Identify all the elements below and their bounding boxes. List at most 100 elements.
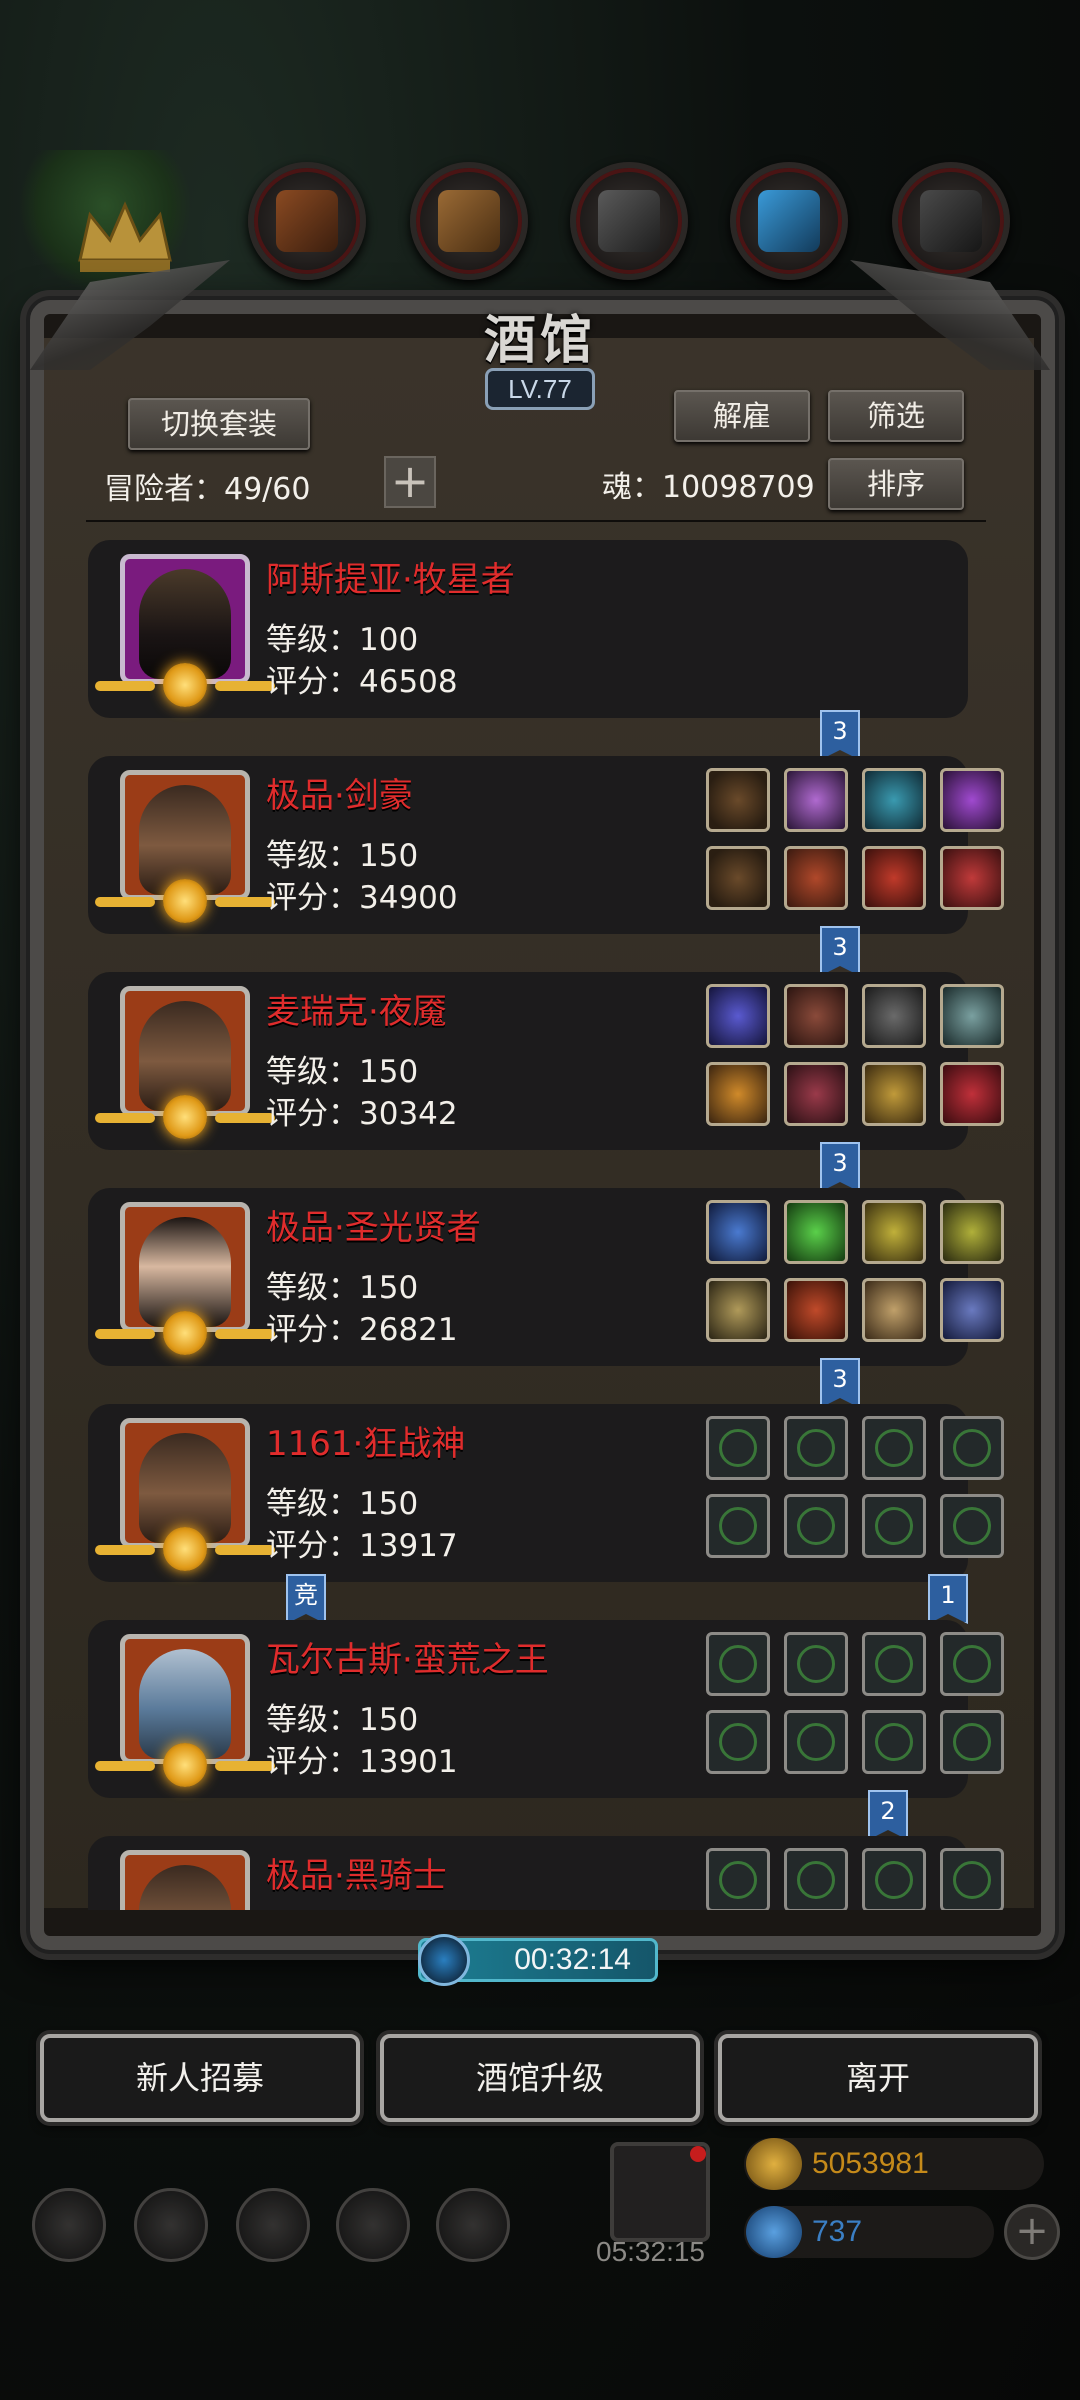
adventurer-card[interactable]: 1161·狂战神 等级：150 评分：13917 — [88, 1404, 1004, 1582]
equipment-amulet-icon[interactable] — [784, 1200, 848, 1264]
adventurer-portrait[interactable] — [120, 1850, 250, 1910]
adventurer-card[interactable]: 阿斯提亚·牧星者 等级：100 评分：46508 — [88, 540, 968, 718]
slot-placeholder-icon — [797, 1429, 835, 1467]
adventurer-name: 阿斯提亚·牧星者 — [266, 560, 515, 600]
equipment-armor-icon[interactable] — [784, 1062, 848, 1126]
adventurer-portrait[interactable] — [95, 1418, 275, 1571]
shop-icon[interactable] — [436, 2188, 510, 2262]
empty-ring-slot[interactable] — [940, 1494, 1004, 1558]
medal-wing-left — [95, 897, 155, 907]
header-divider — [86, 520, 986, 522]
slot-placeholder-icon — [875, 1507, 913, 1545]
equipment-helmet-icon[interactable] — [862, 1062, 926, 1126]
settings-icon[interactable] — [32, 2188, 106, 2262]
equipment-cape-icon[interactable] — [940, 1062, 1004, 1126]
equipment-potion-icon[interactable] — [862, 984, 926, 1048]
panel-title: 酒馆 — [483, 310, 596, 371]
upgrade-tavern-button[interactable]: 酒馆升级 — [380, 2034, 700, 2122]
equipment-hammer-icon[interactable] — [706, 1278, 770, 1342]
equipment-armor-icon[interactable] — [784, 846, 848, 910]
empty-amulet-slot[interactable] — [784, 1848, 848, 1910]
tab-resource-crystal-icon[interactable] — [730, 162, 848, 280]
empty-weapon-slot[interactable] — [940, 1632, 1004, 1696]
dismiss-button[interactable]: 解雇 — [674, 390, 810, 442]
recruit-button[interactable]: 新人招募 — [40, 2034, 360, 2122]
empty-sword-slot[interactable] — [706, 1494, 770, 1558]
equipment-necklace-icon[interactable] — [940, 1278, 1004, 1342]
adventurer-level: 等级：150 — [266, 1054, 419, 1090]
expand-capacity-button[interactable]: + — [384, 456, 436, 508]
slot-placeholder-icon — [953, 1429, 991, 1467]
adventurer-portrait[interactable] — [95, 554, 275, 707]
tab-resource-iron-icon[interactable] — [570, 162, 688, 280]
gold-balance: 5053981 — [744, 2138, 1044, 2190]
adventurer-portrait[interactable] — [95, 770, 275, 923]
adventurer-card[interactable]: 极品·黑骑士 — [88, 1836, 1004, 1910]
empty-ring-slot[interactable] — [940, 1710, 1004, 1774]
slot-placeholder-icon — [719, 1723, 757, 1761]
equipment-ring-icon[interactable] — [706, 984, 770, 1048]
equipment-cape-icon[interactable] — [940, 846, 1004, 910]
equipment-armor-icon[interactable] — [784, 1278, 848, 1342]
mail-icon[interactable] — [336, 2188, 410, 2262]
empty-ring-slot[interactable] — [862, 1710, 926, 1774]
rank-medal-icon — [163, 1527, 207, 1571]
leave-button[interactable]: 离开 — [718, 2034, 1038, 2122]
empty-weapon-slot[interactable] — [940, 1848, 1004, 1910]
empty-ring-slot[interactable] — [862, 1494, 926, 1558]
adventurer-list[interactable]: 阿斯提亚·牧星者 等级：100 评分：46508 3 极品·剑豪 等级：150 … — [44, 530, 1034, 1910]
add-currency-button[interactable]: + — [1004, 2204, 1060, 2260]
equipment-helmet-icon[interactable] — [862, 1278, 926, 1342]
adventurer-score: 评分：13917 — [266, 1528, 458, 1564]
tab-resource-wood-icon[interactable] — [248, 162, 366, 280]
sort-button[interactable]: 排序 — [828, 458, 964, 510]
map-icon[interactable] — [236, 2188, 310, 2262]
empty-ring-slot[interactable] — [706, 1632, 770, 1696]
adventurer-card[interactable]: 极品·剑豪 等级：150 评分：34900 — [88, 756, 1004, 934]
filter-button[interactable]: 筛选 — [828, 390, 964, 442]
arena-badge: 竞 — [286, 1574, 326, 1624]
crown-icon[interactable] — [70, 190, 180, 280]
medal-wing-left — [95, 681, 155, 691]
adventurer-portrait[interactable] — [95, 1634, 275, 1787]
empty-weapon-slot[interactable] — [940, 1416, 1004, 1480]
adventurer-name: 极品·剑豪 — [266, 776, 413, 816]
empty-ring-slot[interactable] — [706, 1848, 770, 1910]
adventurer-card[interactable]: 麦瑞克·夜魇 等级：150 评分：30342 — [88, 972, 1004, 1150]
equipment-sword-icon[interactable] — [706, 1062, 770, 1126]
equipment-ring-icon[interactable] — [706, 1200, 770, 1264]
equipment-amulet-icon[interactable] — [784, 768, 848, 832]
equipment-potion-icon[interactable] — [862, 768, 926, 832]
gem-icon — [746, 2206, 802, 2258]
tab-resource-stone-icon[interactable] — [892, 162, 1010, 280]
empty-amulet-slot[interactable] — [784, 1416, 848, 1480]
empty-sword-slot[interactable] — [706, 1710, 770, 1774]
equipment-potion-icon[interactable] — [862, 1200, 926, 1264]
slot-placeholder-icon — [719, 1861, 757, 1899]
equipment-lantern-icon[interactable] — [940, 768, 1004, 832]
equipment-gem-icon[interactable] — [940, 1200, 1004, 1264]
empty-armor-slot[interactable] — [784, 1710, 848, 1774]
empty-weapon-slot[interactable] — [862, 1416, 926, 1480]
equipment-amulet-icon[interactable] — [784, 984, 848, 1048]
equipment-ring-icon[interactable] — [706, 768, 770, 832]
empty-ring-slot[interactable] — [706, 1416, 770, 1480]
adventurer-card[interactable]: 瓦尔古斯·蛮荒之王 等级：150 评分：13901 — [88, 1620, 1004, 1798]
empty-weapon-slot[interactable] — [862, 1632, 926, 1696]
equipment-gem-icon[interactable] — [940, 984, 1004, 1048]
gem-balance: 737 — [744, 2206, 994, 2258]
adventurer-portrait[interactable] — [95, 1202, 275, 1355]
achievement-icon[interactable] — [134, 2188, 208, 2262]
empty-amulet-slot[interactable] — [784, 1632, 848, 1696]
adventurer-score: 评分：46508 — [266, 664, 458, 700]
empty-weapon-slot[interactable] — [862, 1848, 926, 1910]
gift-countdown: 05:32:15 — [596, 2236, 705, 2267]
slot-placeholder-icon — [875, 1861, 913, 1899]
adventurer-portrait[interactable] — [95, 986, 275, 1139]
adventurer-card[interactable]: 极品·圣光贤者 等级：150 评分：26821 — [88, 1188, 1004, 1366]
switch-outfit-button[interactable]: 切换套装 — [128, 398, 310, 450]
equipment-sword-icon[interactable] — [706, 846, 770, 910]
empty-armor-slot[interactable] — [784, 1494, 848, 1558]
tab-resource-plank-icon[interactable] — [410, 162, 528, 280]
equipment-helmet-icon[interactable] — [862, 846, 926, 910]
